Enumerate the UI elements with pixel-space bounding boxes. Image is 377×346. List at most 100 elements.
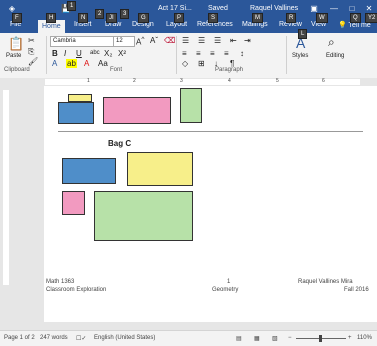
ruler-number: 4 bbox=[228, 78, 231, 84]
lightbulb-icon: 💡 bbox=[338, 22, 347, 29]
increase-indent-icon[interactable]: ⇥ bbox=[244, 36, 251, 45]
paste-icon[interactable]: 📋 bbox=[8, 36, 24, 52]
page-count[interactable]: Page 1 of 2 bbox=[4, 335, 35, 341]
justify-icon[interactable]: ≡ bbox=[224, 49, 229, 58]
status-bar: Page 1 of 2 247 words ☐✓ English (United… bbox=[0, 330, 377, 346]
keytip-insert: N bbox=[78, 13, 89, 23]
keytip-view: W bbox=[316, 13, 328, 23]
footer-right-line1: Raquel Vallines Mira bbox=[298, 279, 353, 285]
styles-button[interactable]: Styles bbox=[292, 53, 308, 59]
pink-tile-group bbox=[62, 191, 85, 215]
decrease-indent-icon[interactable]: ⇤ bbox=[230, 36, 237, 45]
editing-button[interactable]: Editing bbox=[326, 53, 344, 59]
ribbon-divider bbox=[286, 36, 287, 74]
word-count[interactable]: 247 words bbox=[40, 335, 68, 341]
line-spacing-icon[interactable]: ↕ bbox=[240, 49, 244, 58]
multilevel-list-icon[interactable]: ☰ bbox=[214, 36, 221, 45]
ribbon-divider bbox=[46, 36, 47, 74]
section-divider bbox=[58, 131, 363, 132]
ribbon-divider bbox=[176, 36, 177, 74]
web-layout-icon[interactable]: ▧ bbox=[272, 335, 278, 342]
align-center-icon[interactable]: ≡ bbox=[196, 49, 201, 58]
green-tile-group bbox=[180, 88, 202, 123]
align-right-icon[interactable]: ≡ bbox=[210, 49, 215, 58]
keytip-home: H bbox=[46, 13, 57, 23]
keytip-mailings: M bbox=[252, 13, 263, 23]
align-left-icon[interactable]: ≡ bbox=[182, 49, 187, 58]
user-name[interactable]: Raquel Vallines bbox=[250, 5, 298, 12]
green-tile-group bbox=[94, 191, 193, 241]
shading-icon[interactable]: ◇ bbox=[182, 59, 188, 68]
ruler-number: 1 bbox=[87, 78, 90, 84]
proofing-icon[interactable]: ☐✓ bbox=[76, 335, 86, 342]
font-name-box[interactable]: Cambria bbox=[50, 36, 114, 47]
read-mode-icon[interactable]: ▤ bbox=[236, 335, 242, 342]
ruler-number: 2 bbox=[133, 78, 136, 84]
ribbon-tabs: File Home Insert Draw Design Layout Refe… bbox=[0, 13, 377, 33]
footer-left-line1: Math 1363 bbox=[46, 279, 75, 285]
font-size-box[interactable]: 12 bbox=[113, 36, 135, 47]
document-page[interactable]: Bag C Math 1363 Classroom Exploration 1 … bbox=[44, 86, 377, 322]
text-effects-icon[interactable]: A bbox=[52, 59, 57, 68]
keytip-file: F bbox=[12, 13, 22, 23]
zoom-level[interactable]: 110% bbox=[357, 335, 372, 341]
save-status: Saved bbox=[208, 5, 228, 12]
format-painter-icon[interactable]: 🖌 bbox=[28, 57, 38, 66]
ruler-number: 5 bbox=[276, 78, 279, 84]
tell-me-label: Tell me bbox=[348, 22, 371, 29]
keytip-design: G bbox=[138, 13, 149, 23]
ruler-text-area bbox=[45, 79, 360, 85]
highlight-icon[interactable]: ab bbox=[66, 59, 77, 68]
yellow-tile-group bbox=[127, 152, 193, 186]
ribbon-home: 📋 Paste ✂ ⎘ 🖌 Clipboard Cambria 12 A^ Aˇ… bbox=[0, 29, 377, 79]
zoom-out-icon[interactable]: − bbox=[288, 335, 292, 341]
bold-button[interactable]: B bbox=[52, 49, 58, 58]
keytip-quick-3: 3 bbox=[120, 9, 130, 19]
vertical-ruler[interactable] bbox=[0, 86, 12, 330]
ruler-number: 3 bbox=[180, 78, 183, 84]
keytip-styles: L bbox=[298, 29, 308, 39]
grow-font-icon[interactable]: A^ bbox=[136, 36, 144, 47]
footer-subject: Geometry bbox=[212, 287, 239, 293]
vertical-ruler-text-area bbox=[3, 90, 9, 285]
document-canvas[interactable]: Bag C Math 1363 Classroom Exploration 1 … bbox=[12, 86, 377, 330]
keytip-layout: P bbox=[174, 13, 185, 23]
cut-icon[interactable]: ✂ bbox=[28, 36, 35, 45]
keytip-quick-save: 1 bbox=[67, 1, 77, 11]
keytip-tellme: Q bbox=[350, 13, 361, 23]
shrink-font-icon[interactable]: Aˇ bbox=[150, 36, 158, 45]
footer-left-line2: Classroom Exploration bbox=[46, 287, 107, 293]
footer-right-line2: Fall 2016 bbox=[344, 287, 369, 293]
keytip-share: Y2 bbox=[365, 13, 377, 23]
keytip-references: S bbox=[208, 13, 219, 23]
paragraph-group-label: Paragraph bbox=[215, 67, 244, 73]
print-layout-icon[interactable]: ▦ bbox=[254, 335, 260, 342]
clipboard-group-label: Clipboard bbox=[4, 67, 30, 73]
change-case-button[interactable]: Aa bbox=[98, 59, 108, 68]
copy-icon[interactable]: ⎘ bbox=[28, 47, 34, 57]
zoom-slider-thumb[interactable] bbox=[319, 335, 322, 342]
zoom-in-icon[interactable]: + bbox=[348, 335, 352, 341]
italic-button[interactable]: I bbox=[64, 49, 66, 58]
underline-button[interactable]: U bbox=[76, 49, 82, 58]
borders-icon[interactable]: ⊞ bbox=[198, 59, 205, 68]
yellow-tile-group bbox=[68, 94, 92, 102]
bullets-icon[interactable]: ☰ bbox=[182, 36, 189, 45]
font-color-icon[interactable]: A bbox=[84, 59, 89, 68]
search-icon[interactable]: ⌕ bbox=[328, 35, 335, 50]
language-indicator[interactable]: English (United States) bbox=[94, 335, 155, 341]
document-title: Act 17 Si... bbox=[158, 5, 192, 12]
footer-page-number: 1 bbox=[227, 279, 231, 285]
keytip-draw: JI bbox=[106, 13, 117, 23]
numbering-icon[interactable]: ☰ bbox=[198, 36, 205, 45]
blue-tile-group bbox=[62, 158, 116, 184]
keytip-quick-2: 2 bbox=[95, 9, 105, 19]
pink-tile-group bbox=[103, 97, 171, 124]
paste-button[interactable]: Paste bbox=[6, 53, 21, 59]
subscript-button[interactable]: X₂ bbox=[104, 49, 112, 58]
font-group-label: Font bbox=[110, 67, 123, 73]
strikethrough-button[interactable]: abc bbox=[90, 50, 100, 56]
clear-formatting-icon[interactable]: ⌫ bbox=[164, 36, 175, 45]
superscript-button[interactable]: X² bbox=[118, 49, 126, 58]
minimize-icon[interactable]: — bbox=[328, 3, 340, 15]
